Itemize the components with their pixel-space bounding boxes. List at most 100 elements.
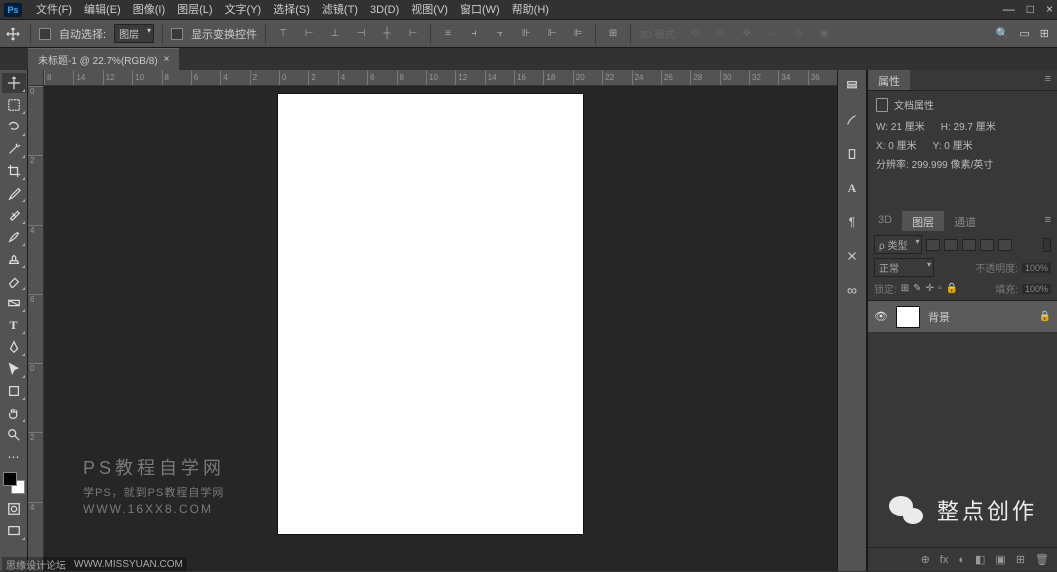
link-layers-icon[interactable]: ⊕ bbox=[921, 553, 930, 566]
delete-layer-icon[interactable]: 🗑 bbox=[1035, 553, 1049, 566]
align-vcenter-icon[interactable]: ⊢ bbox=[300, 26, 318, 42]
distribute-icon[interactable]: ⊩ bbox=[543, 26, 561, 42]
pen-tool[interactable] bbox=[2, 337, 26, 357]
panel-menu-icon[interactable]: ≡ bbox=[1039, 70, 1057, 90]
eraser-tool[interactable] bbox=[2, 271, 26, 291]
document-tab[interactable]: 未标题-1 @ 22.7%(RGB/8) × bbox=[28, 48, 179, 70]
align-top-icon[interactable]: ⊤ bbox=[274, 26, 292, 42]
3d-slide-icon[interactable]: ↔ bbox=[763, 26, 781, 42]
visibility-toggle-icon[interactable]: 👁 bbox=[874, 310, 888, 323]
adjustment-layer-icon[interactable]: ◧ bbox=[975, 553, 985, 566]
workspace-icon[interactable]: ▭ bbox=[1019, 27, 1029, 40]
menu-image[interactable]: 图像(I) bbox=[127, 0, 171, 20]
search-icon[interactable]: 🔍 bbox=[996, 27, 1010, 40]
lasso-tool[interactable] bbox=[2, 117, 26, 137]
layer-mask-icon[interactable]: ◐ bbox=[958, 554, 965, 566]
layer-fx-icon[interactable]: fx bbox=[940, 554, 949, 566]
eyedropper-tool[interactable] bbox=[2, 183, 26, 203]
marquee-tool[interactable] bbox=[2, 95, 26, 115]
close-button[interactable]: × bbox=[1046, 2, 1053, 16]
opacity-value[interactable]: 100% bbox=[1022, 263, 1051, 273]
crop-tool[interactable] bbox=[2, 161, 26, 181]
menu-type[interactable]: 文字(Y) bbox=[219, 0, 268, 20]
brushes-panel-icon[interactable] bbox=[842, 110, 862, 130]
channels-tab[interactable]: 通道 bbox=[944, 211, 986, 231]
panel-menu-icon[interactable]: ≡ bbox=[1039, 211, 1057, 231]
layers-tab[interactable]: 图层 bbox=[902, 211, 944, 231]
filter-shape-icon[interactable] bbox=[980, 239, 994, 251]
vertical-ruler[interactable]: 0246024 bbox=[28, 86, 44, 571]
healing-brush-tool[interactable] bbox=[2, 205, 26, 225]
align-hcenter-icon[interactable]: ┼ bbox=[378, 26, 396, 42]
menu-layer[interactable]: 图层(L) bbox=[171, 0, 218, 20]
menu-edit[interactable]: 编辑(E) bbox=[78, 0, 127, 20]
minimize-button[interactable]: — bbox=[1003, 2, 1015, 16]
3d-camera-icon[interactable]: ▣ bbox=[815, 26, 833, 42]
path-selection-tool[interactable] bbox=[2, 359, 26, 379]
3d-zoom-icon[interactable]: ⊙ bbox=[789, 26, 807, 42]
distribute-icon[interactable]: ⫟ bbox=[491, 26, 509, 42]
menu-file[interactable]: 文件(F) bbox=[30, 0, 78, 20]
3d-tab[interactable]: 3D bbox=[868, 211, 902, 231]
lock-transparent-icon[interactable]: ⊞ bbox=[901, 283, 909, 294]
3d-roll-icon[interactable]: ◎ bbox=[711, 26, 729, 42]
lock-position-icon[interactable]: ✛ bbox=[926, 283, 934, 294]
menu-window[interactable]: 窗口(W) bbox=[454, 0, 506, 20]
distribute-icon[interactable]: ⫞ bbox=[465, 26, 483, 42]
align-right-icon[interactable]: ⊢ bbox=[404, 26, 422, 42]
color-swatch[interactable] bbox=[3, 472, 25, 494]
layer-row[interactable]: 👁 背景 🔒 bbox=[868, 301, 1057, 333]
move-tool-icon[interactable] bbox=[4, 25, 22, 43]
brush-tool[interactable] bbox=[2, 227, 26, 247]
canvas-area[interactable]: 8141210864202468101214161820222426283032… bbox=[28, 70, 837, 571]
filter-pixel-icon[interactable] bbox=[926, 239, 940, 251]
history-panel-icon[interactable] bbox=[842, 76, 862, 96]
document-canvas[interactable] bbox=[278, 94, 583, 534]
edit-toolbar-icon[interactable]: ⋯ bbox=[2, 447, 26, 467]
type-tool[interactable]: T bbox=[2, 315, 26, 335]
filter-adjust-icon[interactable] bbox=[944, 239, 958, 251]
lock-artboard-icon[interactable]: ▫ bbox=[938, 283, 942, 294]
align-bottom-icon[interactable]: ⊥ bbox=[326, 26, 344, 42]
menu-filter[interactable]: 滤镜(T) bbox=[316, 0, 364, 20]
gradient-tool[interactable] bbox=[2, 293, 26, 313]
screen-mode-icon[interactable] bbox=[2, 521, 26, 541]
quick-mask-icon[interactable] bbox=[2, 499, 26, 519]
clone-panel-icon[interactable] bbox=[842, 144, 862, 164]
shape-tool[interactable] bbox=[2, 381, 26, 401]
align-left-icon[interactable]: ⊣ bbox=[352, 26, 370, 42]
layer-name[interactable]: 背景 bbox=[928, 309, 1031, 325]
character-panel-icon[interactable]: A bbox=[842, 178, 862, 198]
move-tool[interactable] bbox=[2, 73, 26, 93]
tab-close-icon[interactable]: × bbox=[164, 54, 170, 65]
filter-smart-icon[interactable] bbox=[998, 239, 1012, 251]
layer-thumbnail[interactable] bbox=[896, 306, 920, 328]
layer-filter-dropdown[interactable]: ρ 类型 bbox=[874, 235, 922, 254]
clone-stamp-tool[interactable] bbox=[2, 249, 26, 269]
lock-image-icon[interactable]: ✎ bbox=[913, 283, 921, 294]
properties-tab[interactable]: 属性 bbox=[868, 70, 910, 90]
3d-pan-icon[interactable]: ✥ bbox=[737, 26, 755, 42]
filter-type-icon[interactable] bbox=[962, 239, 976, 251]
distribute-icon[interactable]: ⊪ bbox=[517, 26, 535, 42]
menu-select[interactable]: 选择(S) bbox=[267, 0, 316, 20]
blend-mode-dropdown[interactable]: 正常 bbox=[874, 258, 934, 277]
new-layer-icon[interactable]: ⊞ bbox=[1016, 553, 1025, 566]
show-transform-checkbox[interactable] bbox=[171, 28, 183, 40]
paragraph-panel-icon[interactable]: ¶ bbox=[842, 212, 862, 232]
lock-all-icon[interactable]: 🔒 bbox=[946, 283, 958, 294]
menu-3d[interactable]: 3D(D) bbox=[364, 0, 405, 20]
menu-help[interactable]: 帮助(H) bbox=[506, 0, 555, 20]
ruler-origin[interactable] bbox=[28, 70, 44, 86]
arrange-icon[interactable]: ⊞ bbox=[1040, 27, 1049, 40]
group-layers-icon[interactable]: ▣ bbox=[995, 553, 1005, 566]
3d-orbit-icon[interactable]: ⟲ bbox=[685, 26, 703, 42]
foreground-color[interactable] bbox=[3, 472, 17, 486]
distribute-icon[interactable]: ⊫ bbox=[569, 26, 587, 42]
distribute-icon[interactable]: ≡ bbox=[439, 26, 457, 42]
maximize-button[interactable]: □ bbox=[1027, 2, 1034, 16]
libraries-panel-icon[interactable]: ∞ bbox=[842, 280, 862, 300]
tools-preset-icon[interactable] bbox=[842, 246, 862, 266]
filter-toggle[interactable] bbox=[1043, 238, 1051, 252]
auto-select-checkbox[interactable] bbox=[39, 28, 51, 40]
